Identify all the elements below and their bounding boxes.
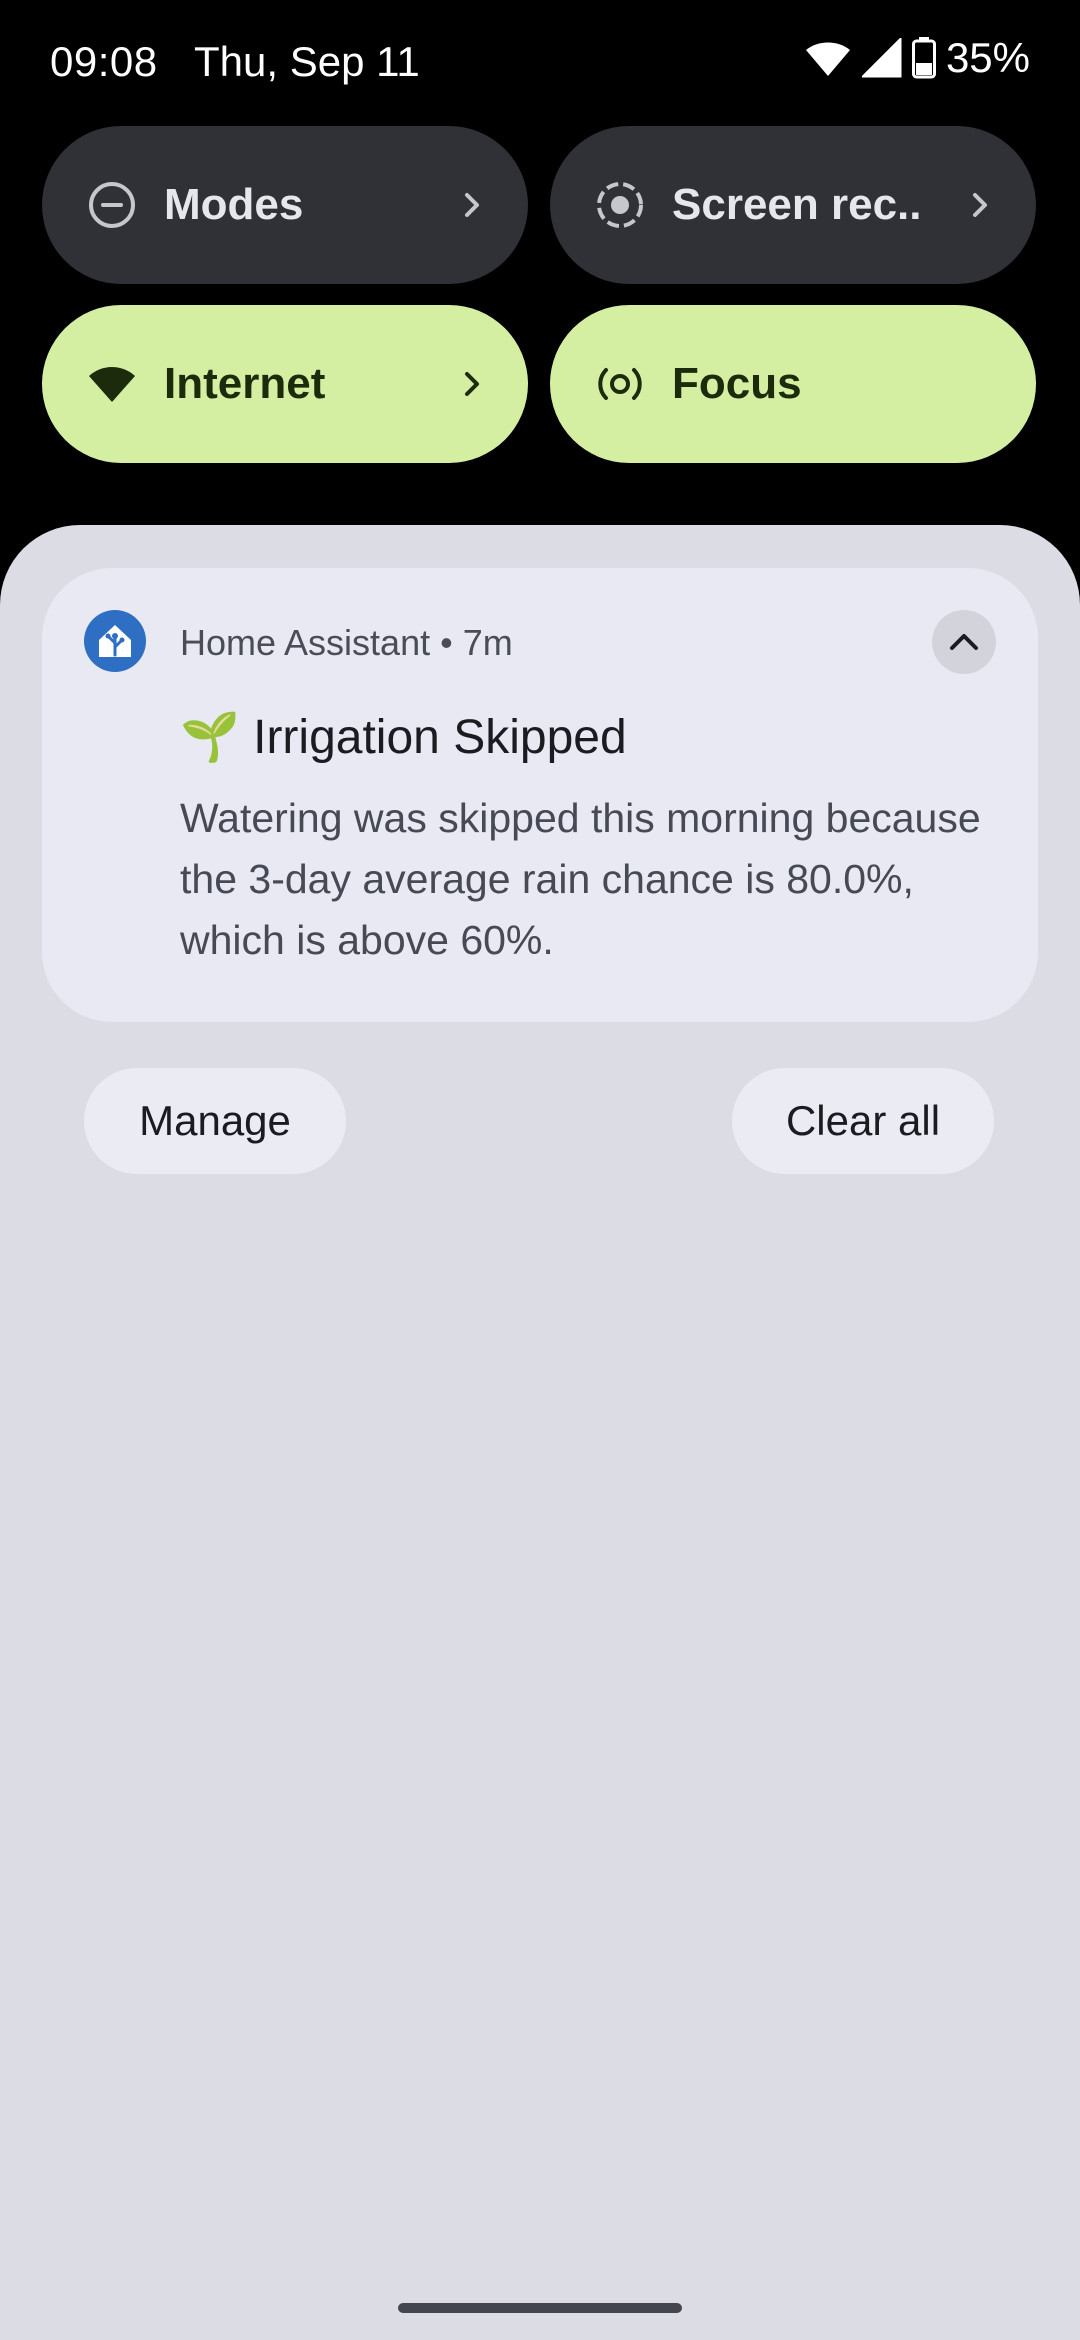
notification-body: Watering was skipped this morning becaus… <box>180 795 981 963</box>
tile-label: Modes <box>164 180 304 229</box>
chevron-right-icon <box>973 193 987 217</box>
modes-icon <box>89 182 135 228</box>
status-bar: 09:08 Thu, Sep 11 35% <box>0 0 1080 126</box>
tile-modes[interactable]: Modes <box>42 126 528 284</box>
home-assistant-icon <box>84 610 146 672</box>
chevron-right-icon <box>465 372 479 396</box>
notification-header: Home Assistant • 7m <box>180 622 513 663</box>
notification-title: 🌱 Irrigation Skipped <box>180 711 627 764</box>
collapse-button[interactable] <box>932 610 996 674</box>
chevron-up-icon <box>950 634 978 650</box>
status-date: Thu, Sep 11 <box>194 38 420 85</box>
tile-label: Internet <box>164 359 326 408</box>
home-indicator[interactable] <box>398 2303 682 2313</box>
chevron-right-icon <box>465 193 479 217</box>
notification-card[interactable]: Home Assistant • 7m 🌱 Irrigation Skipped… <box>42 568 1038 1022</box>
battery-percent: 35% <box>945 34 1030 81</box>
cell-signal-icon <box>861 38 902 78</box>
tile-focus[interactable]: Focus <box>550 305 1036 463</box>
manage-button[interactable]: Manage <box>84 1068 346 1174</box>
focus-icon <box>598 368 642 400</box>
battery-icon <box>911 37 936 79</box>
status-time: 09:08 <box>50 38 158 85</box>
tile-label: Focus <box>672 359 802 408</box>
tile-internet[interactable]: Internet <box>42 305 528 463</box>
clear-all-button[interactable]: Clear all <box>732 1068 994 1174</box>
tile-label: Screen rec.. <box>672 180 922 229</box>
status-icons: 35% <box>804 34 1030 82</box>
tile-screen-record[interactable]: Screen rec.. <box>550 126 1036 284</box>
wifi-icon <box>805 42 850 76</box>
screen-record-icon <box>597 182 643 228</box>
wifi-icon <box>89 367 135 402</box>
